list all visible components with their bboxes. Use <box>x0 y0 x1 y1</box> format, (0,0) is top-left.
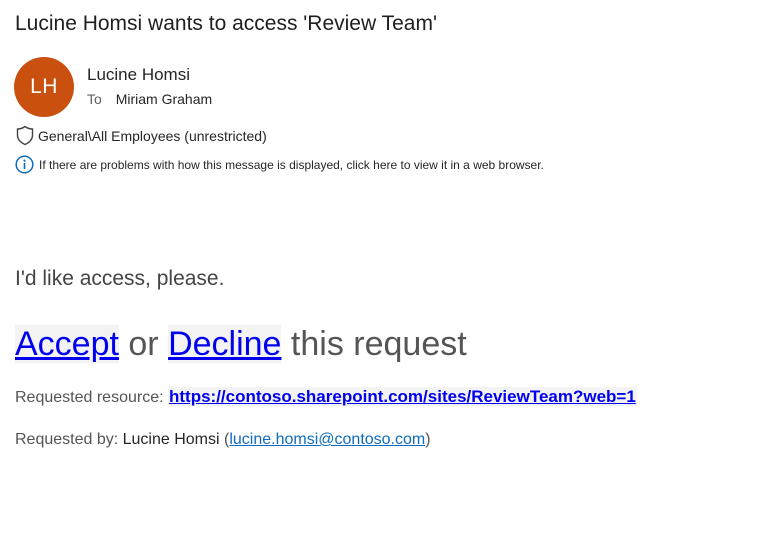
decline-link[interactable]: Decline <box>168 325 282 363</box>
message-text: I'd like access, please. <box>15 267 225 290</box>
recipient-line: To Miriam Graham <box>87 91 212 107</box>
requester-name: Lucine Homsi <box>122 431 220 448</box>
resource-label: Requested resource: <box>15 389 168 406</box>
close-paren: ) <box>425 431 431 448</box>
requester-email-link[interactable]: lucine.homsi@contoso.com <box>229 431 425 448</box>
requested-by: Requested by: Lucine Homsi (lucine.homsi… <box>15 431 431 449</box>
sensitivity-text: General\All Employees (unrestricted) <box>38 127 267 144</box>
sensitivity-label[interactable]: General\All Employees (unrestricted) <box>15 125 267 146</box>
info-bar[interactable]: If there are problems with how this mess… <box>15 155 544 174</box>
resource-url-link[interactable]: https://contoso.sharepoint.com/sites/Rev… <box>167 387 637 406</box>
sender-avatar[interactable]: LH <box>14 57 74 117</box>
info-icon <box>15 155 34 174</box>
to-label: To <box>87 91 102 107</box>
avatar-initials: LH <box>30 75 58 98</box>
requested-by-label: Requested by: <box>15 431 123 448</box>
open-paren: ( <box>219 431 230 448</box>
email-subject: Lucine Homsi wants to access 'Review Tea… <box>15 12 437 35</box>
sender-name[interactable]: Lucine Homsi <box>87 65 190 85</box>
requested-resource: Requested resource: https://contoso.shar… <box>15 387 637 407</box>
shield-icon <box>16 125 34 146</box>
or-text: or <box>118 325 169 363</box>
request-actions: Accept or Decline this request <box>15 320 467 368</box>
accept-link[interactable]: Accept <box>15 325 119 363</box>
recipient-name[interactable]: Miriam Graham <box>116 91 212 107</box>
info-message: If there are problems with how this mess… <box>39 157 544 172</box>
request-suffix: this request <box>281 325 467 363</box>
